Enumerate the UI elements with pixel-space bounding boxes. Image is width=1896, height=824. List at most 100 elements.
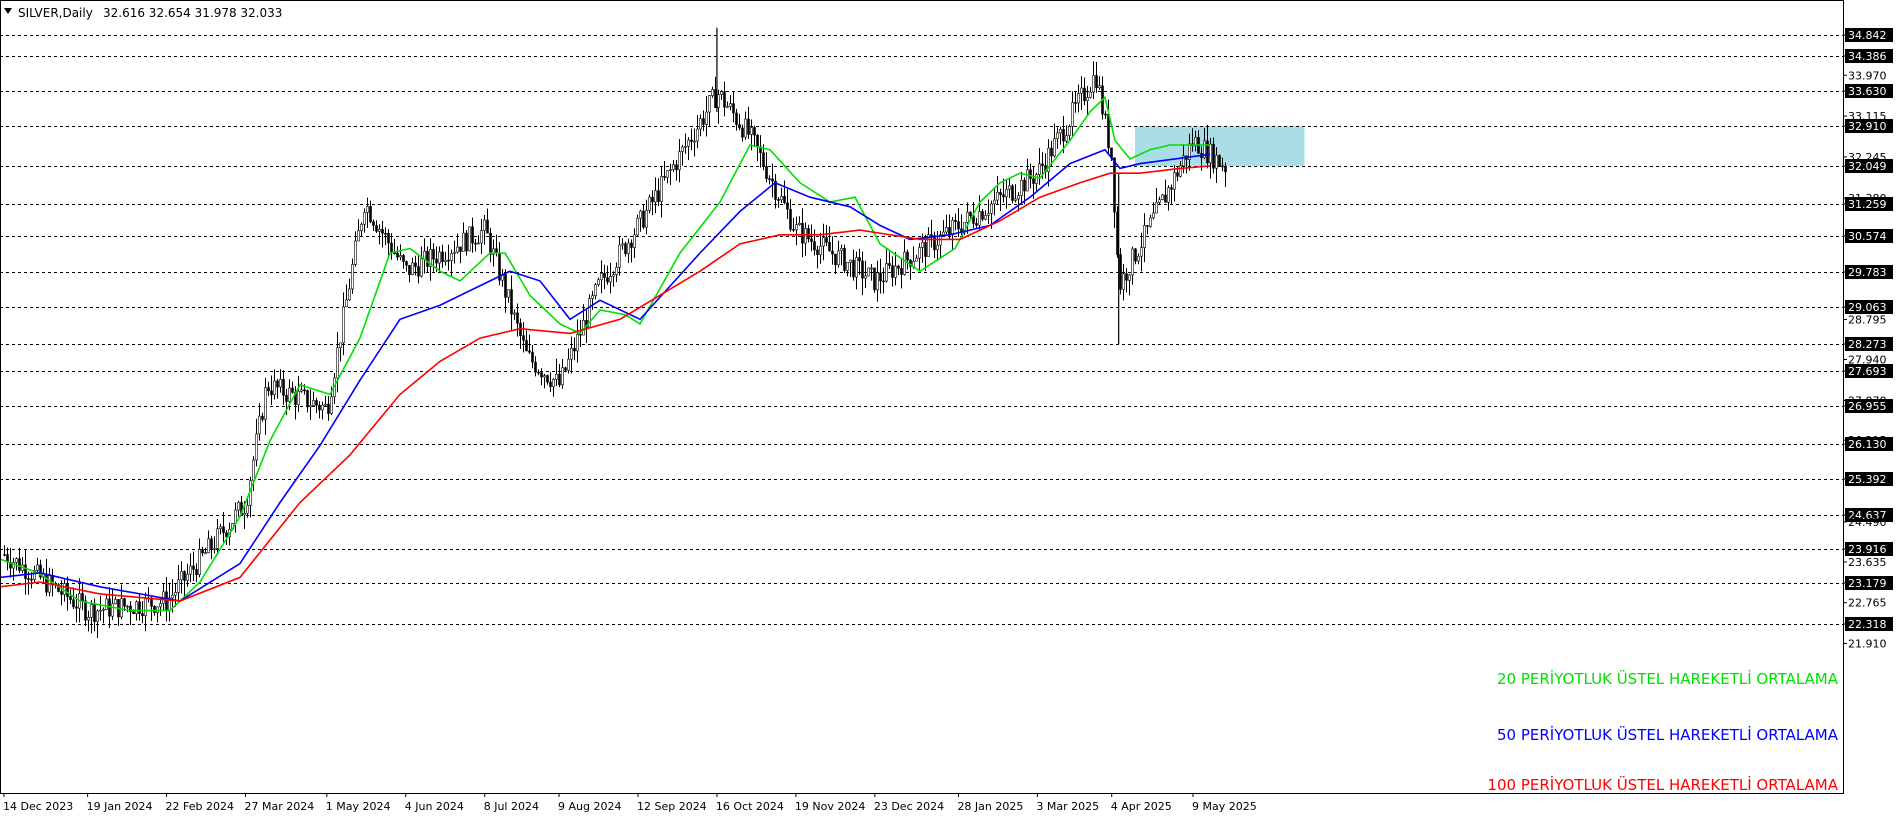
candle-body <box>534 361 537 373</box>
y-tick-label: 29.783 <box>1848 266 1887 279</box>
candle-body <box>900 267 903 275</box>
candle-body <box>486 219 489 234</box>
candle-body <box>885 263 888 282</box>
candle-body <box>1026 169 1029 192</box>
candle-body <box>1032 178 1035 184</box>
candle-body <box>711 89 714 96</box>
candle-body <box>807 228 810 240</box>
candle-body <box>1176 172 1179 177</box>
candle-body <box>765 166 768 179</box>
x-tick-label: 23 Dec 2024 <box>874 800 944 813</box>
candle-body <box>495 248 498 254</box>
candle-body <box>522 335 525 341</box>
candle-body <box>201 549 204 554</box>
candle-body <box>150 597 153 607</box>
candle-body <box>423 250 426 260</box>
candle-body <box>741 127 744 138</box>
candle-body <box>1143 225 1146 248</box>
candle-body <box>942 231 945 236</box>
candle-body <box>426 250 429 267</box>
candle-body <box>822 237 825 247</box>
candle-body <box>720 91 723 95</box>
candle-body <box>165 591 168 611</box>
candle-body <box>855 257 858 278</box>
candle-body <box>978 211 981 226</box>
candle-body <box>345 299 348 308</box>
candle-body <box>1053 138 1056 157</box>
candle-body <box>1086 97 1089 102</box>
y-tick-label: 23.916 <box>1848 543 1887 556</box>
candle-body <box>81 593 84 602</box>
candle-body <box>360 224 363 232</box>
candle-body <box>1137 255 1140 262</box>
candle-body <box>768 178 771 180</box>
candle-body <box>336 347 339 379</box>
candle-body <box>1131 248 1134 276</box>
candle-body <box>210 538 213 549</box>
candle-body <box>843 248 846 271</box>
candle-body <box>243 512 246 516</box>
candle-body <box>696 128 699 142</box>
candle-body <box>1167 187 1170 203</box>
candle-body <box>996 192 999 201</box>
candle-body <box>867 267 870 277</box>
candle-body <box>387 233 390 244</box>
candle-body <box>324 403 327 406</box>
candle-body <box>1095 75 1098 88</box>
candle-body <box>576 333 579 352</box>
candle-body <box>642 210 645 228</box>
candle-body <box>369 206 372 223</box>
candle-body <box>726 105 729 108</box>
candle-body <box>993 199 996 205</box>
candle-body <box>609 275 612 283</box>
candle-body <box>951 219 954 235</box>
x-tick-label: 3 Mar 2025 <box>1036 800 1099 813</box>
x-tick-label: 4 Apr 2025 <box>1111 800 1172 813</box>
candle-body <box>207 538 210 553</box>
candle-body <box>339 342 342 348</box>
candle-body <box>465 232 468 252</box>
y-tick-label: 28.795 <box>1848 314 1887 327</box>
candle-body <box>1056 132 1059 139</box>
candle-body <box>489 232 492 255</box>
candle-body <box>606 277 609 283</box>
candle-body <box>1068 126 1071 136</box>
candle-body <box>531 351 534 363</box>
candle-body <box>540 372 543 378</box>
candle-body <box>312 400 315 406</box>
candle-body <box>897 265 900 269</box>
candle-body <box>219 526 222 530</box>
candle-body <box>537 371 540 374</box>
candle-body <box>1011 185 1014 201</box>
candle-body <box>930 234 933 236</box>
candle-body <box>1005 189 1008 198</box>
candle-body <box>69 596 72 601</box>
candle-body <box>1059 128 1062 134</box>
x-tick-label: 19 Nov 2024 <box>795 800 865 813</box>
candle-body <box>990 203 993 214</box>
candle-body <box>273 380 276 396</box>
candle-body <box>789 208 792 230</box>
y-tick-label: 32.910 <box>1848 120 1887 133</box>
candle-body <box>1104 113 1107 116</box>
candle-body <box>1212 143 1215 169</box>
candle-body <box>1218 155 1221 167</box>
candle-body <box>627 242 630 255</box>
candle-body <box>801 222 804 244</box>
y-tick-label: 33.630 <box>1848 85 1887 98</box>
candle-body <box>126 605 129 608</box>
candle-body <box>111 603 114 617</box>
candle-body <box>1041 163 1044 166</box>
candle-body <box>141 613 144 617</box>
candle-body <box>204 552 207 554</box>
candle-body <box>894 265 897 278</box>
candle-body <box>171 594 174 599</box>
candle-body <box>873 267 876 291</box>
candle-body <box>738 124 741 129</box>
candle-body <box>528 350 531 353</box>
candle-body <box>780 195 783 201</box>
candle-body <box>453 251 456 254</box>
candle-body <box>975 223 978 226</box>
candle-body <box>216 528 219 549</box>
candle-body <box>636 217 639 236</box>
